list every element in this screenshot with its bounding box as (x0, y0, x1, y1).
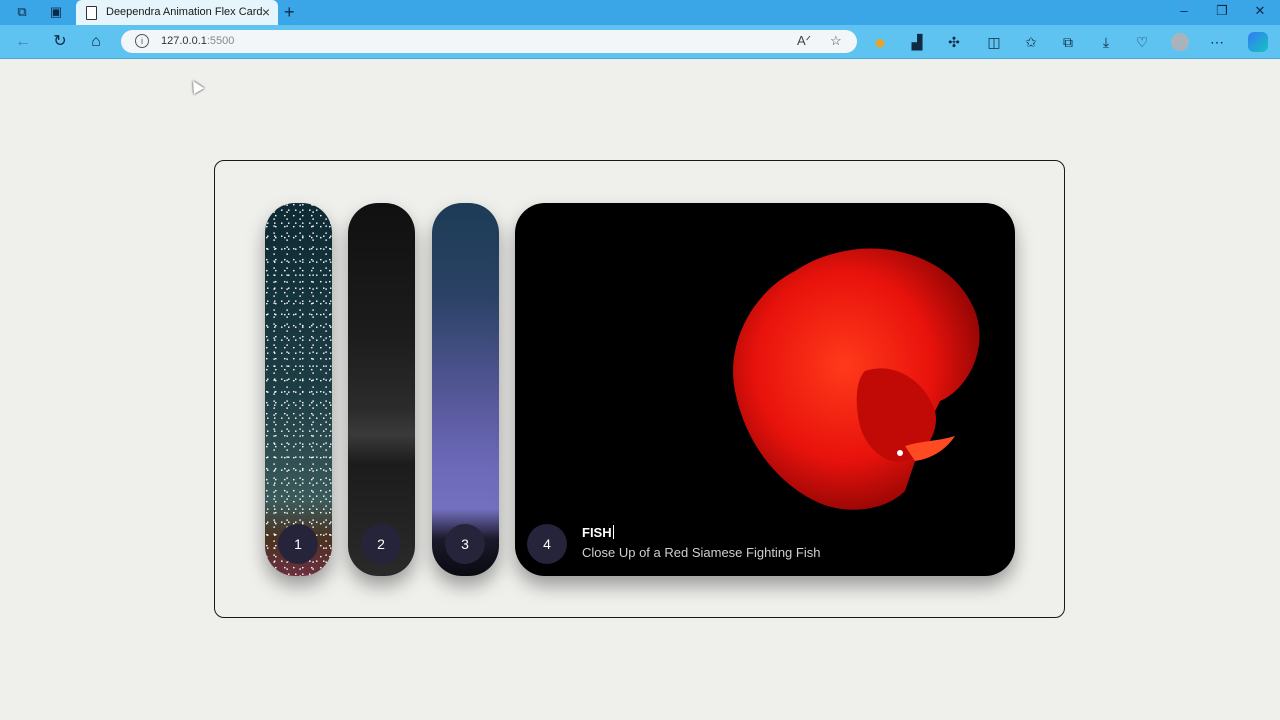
card-number-badge: 1 (278, 524, 318, 564)
address-bar[interactable]: i 127.0.0.1:5500 Aᐟ ☆ (121, 30, 857, 53)
back-icon[interactable]: ← (12, 31, 34, 53)
url-host: 127.0.0.1 (161, 35, 207, 47)
document-icon (86, 6, 97, 20)
downloads-icon[interactable]: ⤓ (1097, 33, 1115, 51)
more-menu-icon[interactable]: ⋯ (1208, 33, 1226, 51)
card-title: FISH (582, 525, 614, 540)
card-tree-sunset[interactable]: 3 (432, 203, 499, 576)
restore-icon[interactable]: ❐ (1207, 3, 1237, 19)
card-number-badge: 2 (361, 524, 401, 564)
extensions-icon[interactable]: ✣ (945, 33, 963, 51)
toolbar: ← ↻ ⌂ i 127.0.0.1:5500 Aᐟ ☆ ◆ ▟ ✣ ◫ ✩ ⧉ … (0, 25, 1280, 59)
workspaces-icon[interactable]: ⧉ (14, 4, 30, 20)
extension-icon[interactable]: ◆ (871, 33, 889, 51)
card-number-badge: 4 (527, 524, 567, 564)
split-screen-icon[interactable]: ◫ (985, 33, 1003, 51)
favorites-icon[interactable]: ✩ (1022, 33, 1040, 51)
favorite-star-icon[interactable]: ☆ (830, 33, 842, 49)
new-tab-icon[interactable]: + (284, 2, 295, 23)
active-tab[interactable]: Deependra Animation Flex Card × (76, 0, 278, 25)
card-red-fish-active[interactable]: 4 FISH Close Up of a Red Siamese Fightin… (515, 203, 1015, 576)
read-aloud-icon[interactable]: Aᐟ (797, 33, 811, 49)
url-text: 127.0.0.1:5500 (161, 35, 234, 47)
home-icon[interactable]: ⌂ (85, 31, 107, 53)
text-caret (612, 525, 614, 539)
red-fish-image (733, 248, 980, 510)
minimize-icon[interactable]: – (1169, 3, 1199, 18)
copilot-icon[interactable] (1248, 32, 1268, 52)
card-dark-keyboard[interactable]: 2 (348, 203, 415, 576)
refresh-icon[interactable]: ↻ (49, 31, 71, 53)
title-bar: ⧉ ▣ Deependra Animation Flex Card × + – … (0, 0, 1280, 25)
performance-icon[interactable]: ♡ (1133, 33, 1151, 51)
mouse-cursor-icon (187, 77, 205, 95)
card-title-text: FISH (582, 525, 612, 540)
card-starry-night[interactable]: 1 (265, 203, 332, 576)
profile-avatar[interactable] (1171, 33, 1189, 51)
card-subtitle: Close Up of a Red Siamese Fighting Fish (582, 545, 821, 560)
collections-icon[interactable]: ⧉ (1059, 33, 1077, 51)
tab-actions-icon[interactable]: ▣ (48, 4, 64, 20)
card-number-badge: 3 (445, 524, 485, 564)
stats-extension-icon[interactable]: ▟ (908, 33, 926, 51)
close-window-icon[interactable]: ✕ (1245, 3, 1275, 19)
url-port: :5500 (206, 35, 235, 47)
site-info-icon[interactable]: i (135, 34, 149, 48)
close-tab-icon[interactable]: × (262, 4, 270, 20)
tab-title: Deependra Animation Flex Card (106, 6, 263, 18)
